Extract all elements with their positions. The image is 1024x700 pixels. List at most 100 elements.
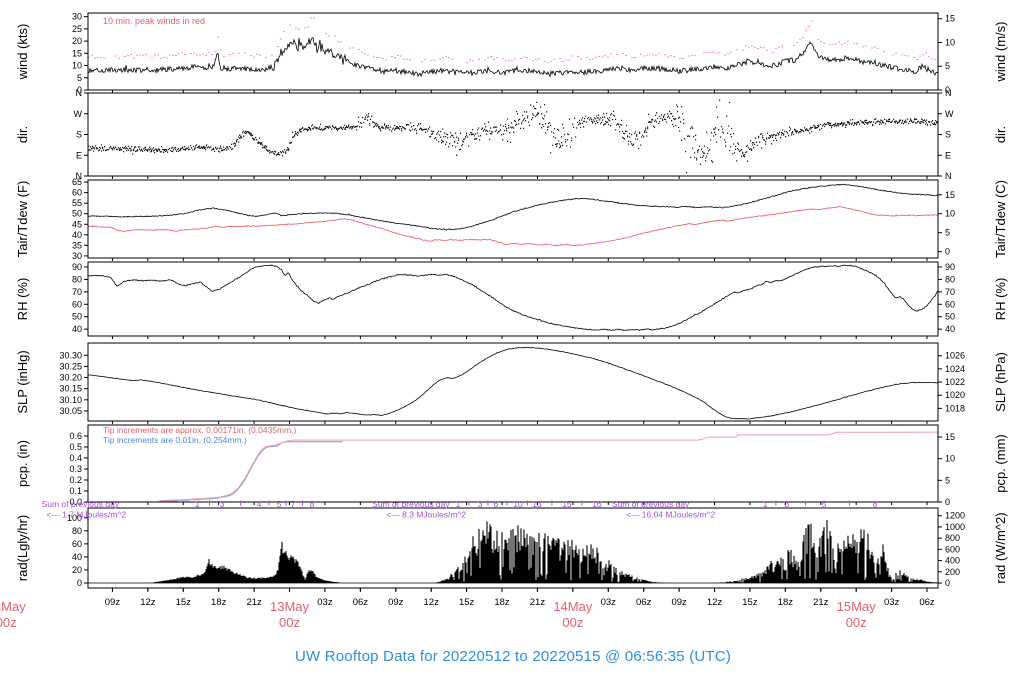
x-tick-label: 06z: [636, 597, 652, 608]
axis-title-right-pcp: pcp. (mm): [993, 434, 1008, 493]
y-tick-label-right: 0: [945, 247, 950, 257]
y-tick-label-left: 60: [72, 539, 82, 549]
panel-pcp: 0.00.10.20.30.40.50.6051015pcp. (in) pcp.…: [15, 424, 1008, 507]
y-tick-label-left: 30: [72, 251, 82, 261]
y-tick-label-left: E: [76, 150, 82, 160]
y-tick-label-right: 1018: [945, 403, 965, 413]
panel-series-rad: [88, 520, 938, 584]
precip-cumulative-0.01in-gauge-series: [88, 441, 343, 502]
y-tick-label-left: 0.6: [69, 431, 82, 441]
rad-sum-milestone: 1: [456, 499, 461, 509]
y-tick-label-left: 30.25: [59, 361, 82, 371]
rad-sum-milestone: 5: [822, 499, 827, 509]
panel-wind: 051015202530051015wind (kts) wind (m/s)10…: [15, 12, 1008, 95]
y-tick-label-right: 15: [945, 432, 955, 442]
y-tick-label-right: 70: [945, 287, 955, 297]
axis-title-right-slp: SLP (hPa): [993, 352, 1008, 412]
y-tick-label-right: 1026: [945, 351, 965, 361]
solar-radiation-series: [151, 520, 938, 583]
rad-sum-milestone: 3: [478, 499, 483, 509]
wind-direction-series: [88, 99, 938, 174]
annotation-wind-0: 10 min. peak winds in red: [103, 16, 205, 26]
y-tick-label-right: 15: [945, 14, 955, 24]
y-tick-label-left: 0.1: [69, 486, 82, 496]
y-tick-label-left: 40: [72, 552, 82, 562]
tair-series: [88, 183, 938, 231]
x-tick-label: 21z: [813, 597, 829, 608]
x-tick-label: 15z: [459, 597, 475, 608]
rad-sum-milestone: 10: [513, 499, 523, 509]
y-tick-label-right: 0: [945, 578, 950, 588]
panel-frame-tair: [87, 179, 939, 259]
panel-series-slp: [88, 346, 938, 420]
y-tick-label-left: 0.5: [69, 442, 82, 452]
panel-series-rh: [88, 264, 938, 332]
rad-sum-milestone: 6: [494, 499, 499, 509]
y-tick-label-left: 65: [72, 177, 82, 187]
y-tick-label-left: 80: [72, 526, 82, 536]
date-label: 00z: [846, 615, 867, 630]
y-tick-label-right: 80: [945, 274, 955, 284]
date-label: 15May: [837, 599, 877, 614]
y-tick-label-left: 90: [72, 262, 82, 272]
rad-sum-milestone: 16: [592, 499, 602, 509]
axis-title-left-wind: wind (kts): [15, 24, 30, 81]
y-tick-label-left: 20: [72, 565, 82, 575]
x-tick-label: 03z: [884, 597, 900, 608]
x-tick-label: 06z: [919, 597, 935, 608]
y-tick-label-right: S: [945, 130, 951, 140]
sea-level-pressure-series: [88, 346, 938, 420]
time-axis: 09z 12z 15z 18z 21z 03z 06z 09z 12z 15z 18z 21z 03z 0…: [0, 588, 935, 630]
annotation-pcp-1: Tip increments are 0.01in. (0.254mm.): [103, 435, 247, 445]
y-tick-label-right: 10: [945, 209, 955, 219]
rad-sum-milestone: 4: [257, 499, 262, 509]
y-tick-label-left: W: [74, 109, 83, 119]
y-tick-label-right: 200: [945, 567, 960, 577]
x-tick-label: 21z: [530, 597, 546, 608]
y-tick-label-right: 1020: [945, 390, 965, 400]
x-tick-label: 18z: [494, 597, 510, 608]
y-tick-label-right: 5: [945, 228, 950, 238]
y-tick-label-left: 55: [72, 198, 82, 208]
y-tick-label-left: 45: [72, 219, 82, 229]
panel-tair: 3035404550556065 0 5 10 15 Tair/Tdew (F) Tair/…: [15, 177, 1008, 261]
y-tick-label-left: 30.30: [59, 350, 82, 360]
annotation-rad-4: Sum of previous day: [612, 499, 690, 509]
x-tick-label: 12z: [424, 597, 440, 608]
axis-title-left-rh: RH (%): [15, 278, 30, 321]
y-tick-label-left: 30.10: [59, 395, 82, 405]
x-tick-label: 15z: [742, 597, 758, 608]
rad-sum-milestone: 13: [532, 499, 542, 509]
wind-speed-series: [88, 36, 938, 78]
y-tick-label-left: 80: [72, 274, 82, 284]
y-tick-label-left: 25: [72, 24, 82, 34]
y-tick-label-right: 10: [945, 37, 955, 47]
y-tick-label-right: 90: [945, 262, 955, 272]
rad-sum-milestone: 5: [277, 499, 282, 509]
y-tick-label-right: 1000: [945, 522, 965, 532]
panel-rh: 40 50 60 70 80 90 40 50 60 70 80 90 RH (%) RH (%): [15, 261, 1008, 339]
panel-rad: 020406080100020040060080010001200rad(Lgl…: [15, 499, 1008, 591]
rad-sum-milestone: 7: [291, 499, 296, 509]
axis-title-left-rad: rad(Lgly/hr): [15, 515, 30, 581]
y-tick-label-right: 40: [945, 324, 955, 334]
x-tick-label: 12z: [140, 597, 156, 608]
panel-frame-slp: [87, 342, 939, 422]
y-tick-label-right: 5: [945, 61, 950, 71]
y-tick-label-left: S: [76, 130, 82, 140]
y-tick-label-left: 40: [72, 230, 82, 240]
rad-sum-milestone: 8: [873, 499, 878, 509]
y-tick-label-right: 1024: [945, 364, 965, 374]
y-tick-label-left: 70: [72, 287, 82, 297]
y-tick-label-left: 30.20: [59, 373, 82, 383]
axis-title-right-dir: dir.: [993, 126, 1008, 143]
relative-humidity-series: [88, 264, 938, 332]
rad-sum-milestone: 8: [310, 499, 315, 509]
date-label: 00z: [562, 615, 583, 630]
y-tick-label-left: 0: [77, 578, 82, 588]
y-tick-label-right: 800: [945, 533, 960, 543]
y-tick-label-left: 10: [72, 61, 82, 71]
date-label: 00z: [0, 615, 17, 630]
date-label: 13May: [270, 599, 310, 614]
rad-sum-milestone: 1: [195, 499, 200, 509]
